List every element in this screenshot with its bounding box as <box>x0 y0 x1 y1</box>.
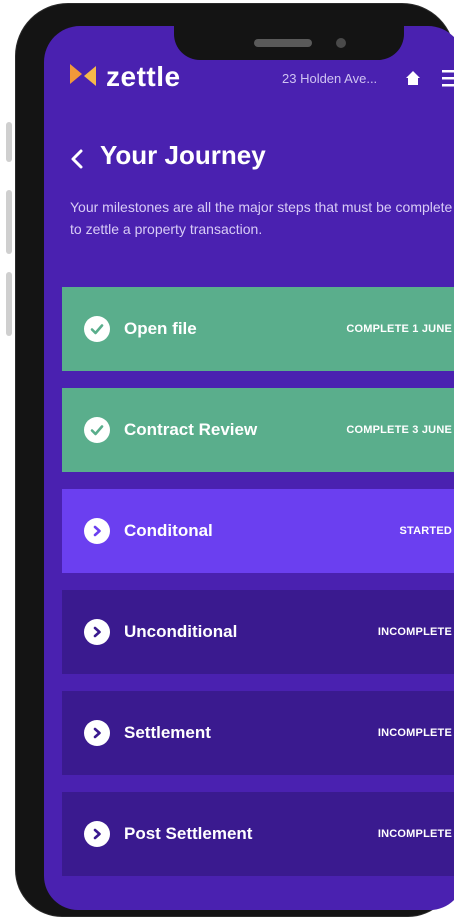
journey-description: Your milestones are all the major steps … <box>70 199 453 237</box>
hamburger-menu-icon[interactable] <box>442 68 454 88</box>
zettle-logo-icon <box>70 64 96 86</box>
phone-notch <box>174 26 404 60</box>
page-title: Your Journey <box>100 140 266 170</box>
check-icon <box>84 316 110 342</box>
chevron-right-icon <box>84 518 110 544</box>
milestone-label: Open file <box>124 319 197 338</box>
page: zettle 23 Holden Ave... Your Journey You… <box>0 0 454 920</box>
front-camera <box>336 38 346 48</box>
milestone-status: COMPLETE 3 JUNE <box>346 424 452 436</box>
check-icon <box>84 417 110 443</box>
volume-down-button <box>6 272 12 336</box>
milestone-status: INCOMPLETE <box>377 626 452 638</box>
milestone-label: Conditonal <box>124 521 213 540</box>
volume-up-button <box>6 190 12 254</box>
milestone-unconditional[interactable]: Unconditional INCOMPLETE <box>62 590 454 674</box>
milestone-status: INCOMPLETE <box>377 828 452 840</box>
home-icon[interactable] <box>405 70 421 86</box>
milestone-post-settlement[interactable]: Post Settlement INCOMPLETE <box>62 792 454 876</box>
milestone-label: Post Settlement <box>124 824 253 843</box>
app-screen: zettle 23 Holden Ave... Your Journey You… <box>44 26 454 910</box>
chevron-right-icon <box>84 720 110 746</box>
milestone-label: Contract Review <box>124 420 258 439</box>
milestone-open-file[interactable]: Open file COMPLETE 1 JUNE <box>62 287 454 371</box>
milestone-status: STARTED <box>399 525 452 537</box>
app-logo[interactable]: zettle <box>106 61 181 93</box>
mute-switch <box>6 122 12 162</box>
milestone-conditional[interactable]: Conditonal STARTED <box>62 489 454 573</box>
milestone-contract-review[interactable]: Contract Review COMPLETE 3 JUNE <box>62 388 454 472</box>
chevron-right-icon <box>84 821 110 847</box>
property-address[interactable]: 23 Holden Ave... <box>282 71 377 86</box>
milestone-status: INCOMPLETE <box>377 727 452 739</box>
back-chevron-icon[interactable] <box>70 148 84 170</box>
milestone-status: COMPLETE 1 JUNE <box>346 323 452 335</box>
milestone-label: Unconditional <box>124 622 238 641</box>
milestone-settlement[interactable]: Settlement INCOMPLETE <box>62 691 454 775</box>
milestone-list: Open file COMPLETE 1 JUNE Contract Revie… <box>62 287 454 893</box>
phone-frame: zettle 23 Holden Ave... Your Journey You… <box>16 4 454 916</box>
milestone-label: Settlement <box>124 723 211 742</box>
speaker-grille <box>254 39 312 47</box>
chevron-right-icon <box>84 619 110 645</box>
